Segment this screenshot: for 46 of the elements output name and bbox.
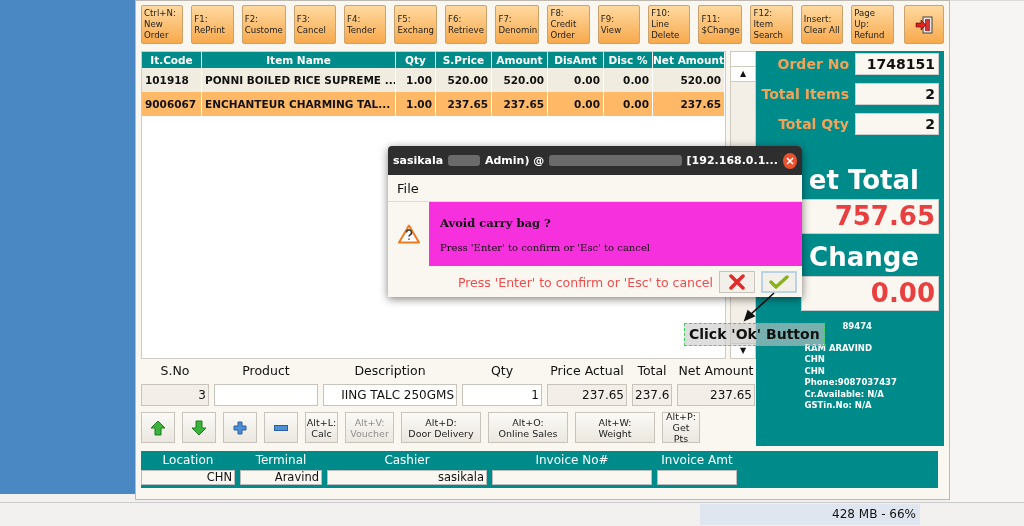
footer-label: Location bbox=[161, 452, 215, 469]
summary-label: Order No bbox=[777, 56, 849, 72]
customer-info-line: 89474 bbox=[841, 321, 874, 333]
table-cell: ENCHANTEUR CHARMING TAL... bbox=[202, 92, 396, 116]
footer-label: Invoice Amt bbox=[660, 452, 734, 469]
table-cell: 9006067 bbox=[142, 92, 202, 116]
table-cell: 237.65 bbox=[653, 92, 725, 116]
net-total-value: 757.65 bbox=[801, 199, 939, 234]
net-total-label: et Total bbox=[808, 164, 919, 197]
footer-label: Terminal bbox=[254, 452, 308, 469]
footer-label: Cashier bbox=[383, 452, 431, 469]
customer-info-line: GSTin.No: N/A bbox=[804, 400, 873, 412]
summary-value: 2 bbox=[855, 83, 939, 105]
customer-info-line: Cr.Available: N/A bbox=[804, 388, 885, 400]
footer-label: Invoice No# bbox=[534, 452, 610, 469]
dialog-hint: Press 'Enter' to confirm or 'Esc' to cancel bbox=[457, 274, 713, 290]
table-cell: 237.65 bbox=[436, 92, 492, 116]
table-cell: 237.65 bbox=[492, 92, 548, 116]
window-title: [192.168.0.1... bbox=[686, 154, 778, 167]
dialog-question: Avoid carry bag ? bbox=[440, 215, 552, 230]
footer-value: sasikala bbox=[327, 470, 487, 485]
window-title: sasikala bbox=[393, 154, 444, 167]
field-label: Qty bbox=[489, 363, 515, 379]
field-label: Price Actual bbox=[549, 363, 625, 379]
window-title: Admin) @ bbox=[485, 154, 545, 167]
change-value: 0.00 bbox=[801, 276, 939, 311]
table-cell: 1.00 bbox=[396, 92, 436, 116]
field-label: Net Amount bbox=[677, 363, 755, 379]
dialog-message: Press 'Enter' to confirm or 'Esc' to cancel bbox=[440, 241, 652, 253]
table-cell: 0.00 bbox=[548, 92, 604, 116]
table-cell: 0.00 bbox=[604, 92, 653, 116]
field-label: S.No bbox=[159, 363, 191, 379]
field-label: Total bbox=[636, 363, 668, 379]
footer-value: Aravind bbox=[240, 470, 322, 485]
summary-label: Total Items bbox=[761, 86, 849, 102]
footer-value: CHN bbox=[141, 470, 235, 485]
customer-info-line: Phone:9087037437 bbox=[804, 377, 897, 389]
memory-usage: 428 MB - 66% bbox=[700, 504, 920, 525]
summary-value: 1748151 bbox=[855, 53, 939, 75]
change-label: Change bbox=[809, 241, 919, 274]
field-label: Description bbox=[353, 363, 427, 379]
field-label: Product bbox=[241, 363, 291, 379]
customer-info-line: CHN bbox=[804, 365, 826, 377]
summary-value: 2 bbox=[855, 113, 939, 135]
summary-label: Total Qty bbox=[778, 116, 849, 132]
customer-info-line: CHN bbox=[804, 354, 826, 366]
